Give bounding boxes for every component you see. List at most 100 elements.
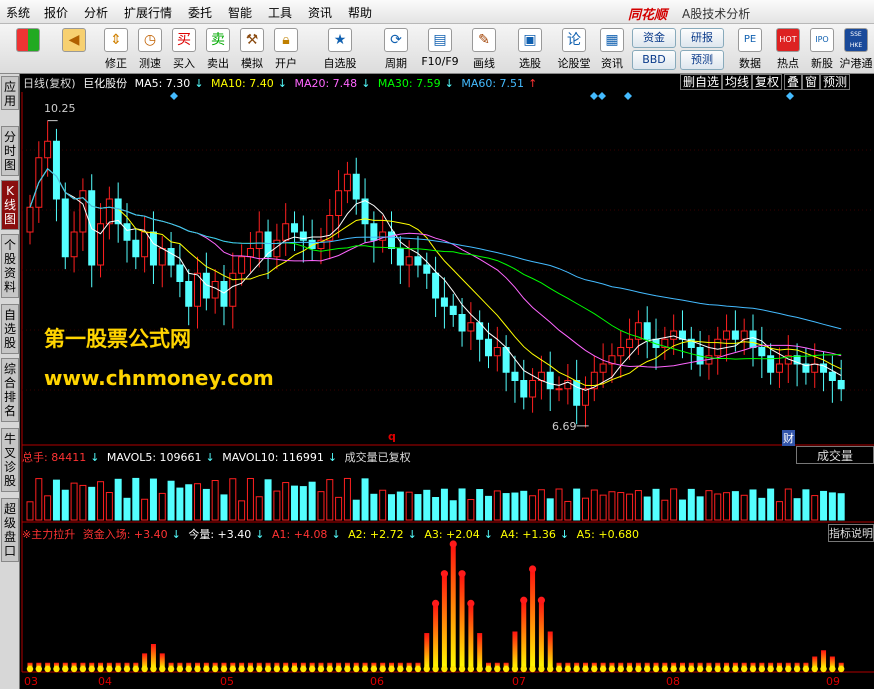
menu-trade[interactable]: 委托: [188, 4, 212, 21]
indicator-dot: [353, 665, 360, 673]
indicator-dot: [591, 665, 598, 673]
fund-button[interactable]: 资金: [632, 28, 676, 48]
sell-button[interactable]: 卖 卖出: [200, 26, 236, 72]
tab-timeshare[interactable]: 分时图: [1, 126, 19, 176]
watchlist-button[interactable]: ★ 自选股: [316, 26, 364, 72]
volume-bar: [388, 494, 396, 521]
period-label[interactable]: 日线(复权): [23, 77, 76, 90]
pe-icon: PE: [738, 28, 762, 52]
tab-watchlist[interactable]: 自选股: [1, 304, 19, 354]
candle-body: [97, 223, 105, 266]
candle-body: [105, 198, 113, 225]
speed-test-button[interactable]: ◷ 测速: [132, 26, 168, 72]
speed-test-label: 测速: [139, 57, 161, 70]
discussion-icon: 论: [562, 28, 586, 52]
tab-diagnosis[interactable]: 牛叉诊股: [1, 428, 19, 492]
volume-bar: [370, 493, 378, 521]
windows-button[interactable]: [10, 26, 46, 72]
tab-ranking[interactable]: 综合排名: [1, 358, 19, 422]
tab-super-level2[interactable]: 超级盘口: [1, 498, 19, 562]
a1-value: A1: +4.08: [272, 528, 328, 541]
indicator-bar: [512, 631, 518, 669]
indicator-dot: [670, 665, 677, 673]
indicator-help-button[interactable]: 指标说明: [828, 524, 874, 542]
indicator-peak-dot: [440, 570, 449, 578]
volume-bar: [784, 488, 792, 521]
candle-body: [758, 347, 766, 357]
tab-apps[interactable]: 应用: [1, 76, 19, 110]
news-icon: ▦: [600, 28, 624, 52]
financial-marker[interactable]: 财: [782, 430, 795, 446]
volume-bar: [97, 481, 105, 521]
stock-select-button[interactable]: ▣ 选股: [512, 26, 548, 72]
volume-bar: [291, 485, 299, 521]
news-button[interactable]: ▦ 资讯: [594, 26, 630, 72]
fix-button[interactable]: ⇕ 修正: [98, 26, 134, 72]
window-button[interactable]: 窗: [802, 74, 821, 90]
volume-adjusted-note: 成交量已复权: [344, 451, 411, 464]
simulate-button[interactable]: ⚒ 模拟: [234, 26, 270, 72]
data-button[interactable]: PE 数据: [732, 26, 768, 72]
indicator-dot: [696, 665, 704, 673]
volume-bar: [811, 495, 819, 521]
indicator-name[interactable]: ※主力拉升: [22, 528, 75, 541]
volume-bar: [70, 482, 78, 521]
hot-button[interactable]: HOT 热点: [770, 26, 806, 72]
ma-button[interactable]: 均线: [722, 74, 753, 90]
research-report-button[interactable]: 研报: [680, 28, 724, 48]
overlay-button[interactable]: 叠: [784, 74, 803, 90]
low-price-label: 6.69: [552, 420, 577, 433]
volume-bar: [185, 484, 193, 521]
period-button[interactable]: ⟳ 周期: [376, 26, 416, 72]
candle-body: [423, 264, 431, 274]
menu-analysis[interactable]: 分析: [84, 4, 108, 21]
adjust-button[interactable]: 复权: [752, 74, 783, 90]
remove-watchlist-button[interactable]: 删自选: [680, 74, 723, 90]
menu-extended-quote[interactable]: 扩展行情: [124, 4, 172, 21]
indicator-dot: [776, 665, 783, 673]
menu-smart[interactable]: 智能: [228, 4, 252, 21]
volume-bar: [379, 489, 387, 521]
menu-news[interactable]: 资讯: [308, 4, 332, 21]
menu-help[interactable]: 帮助: [348, 4, 372, 21]
volume-bar: [255, 496, 263, 521]
indicator-dot: [679, 665, 686, 673]
f10-button[interactable]: ▤ F10/F9: [418, 26, 462, 72]
menu-quote[interactable]: 报价: [44, 4, 68, 21]
info-diamond-icon: [786, 92, 794, 100]
event-marker-q[interactable]: q: [388, 430, 396, 443]
volume-bar: [352, 499, 360, 521]
candle-body: [405, 256, 413, 266]
volume-bar: [687, 488, 695, 521]
open-account-button[interactable]: 🔒︎ 开户: [268, 26, 304, 72]
indicator-bar: [459, 573, 465, 669]
candle-body: [837, 380, 845, 390]
stock-connect-label: 沪港通: [839, 57, 873, 70]
draw-line-button[interactable]: ✎ 画线: [466, 26, 502, 72]
menu-system[interactable]: 系统: [6, 4, 30, 21]
menu-tools[interactable]: 工具: [268, 4, 292, 21]
candle-body: [61, 198, 69, 258]
info-diamond-icon: [624, 92, 632, 100]
indicator-dot: [220, 665, 228, 673]
candle-body: [740, 330, 748, 340]
volume-bar: [194, 483, 202, 521]
forecast-button[interactable]: 预测: [680, 50, 724, 70]
predict-button[interactable]: 预测: [820, 74, 851, 90]
ipo-button[interactable]: IPO 新股: [804, 26, 840, 72]
tab-stock-profile[interactable]: 个股资料: [1, 234, 19, 298]
back-button[interactable]: ◀: [56, 26, 92, 72]
bbd-button[interactable]: BBD: [632, 50, 676, 70]
stock-connect-button[interactable]: SSE HKE 沪港通: [838, 26, 874, 72]
info-diamond-icon: [590, 92, 598, 100]
buy-button[interactable]: 买 买入: [166, 26, 202, 72]
indicator-dot: [793, 665, 801, 673]
volume-indicator-button[interactable]: 成交量: [796, 446, 874, 464]
tab-kline[interactable]: K线图: [1, 180, 19, 230]
menu-bar: 系统 报价 分析 扩展行情 委托 智能 工具 资讯 帮助 同花顺 A股技术分析: [0, 0, 874, 24]
discussion-button[interactable]: 论 论股堂: [554, 26, 594, 72]
volume-bar: [123, 497, 131, 521]
indicator-dot: [458, 665, 466, 673]
volume-bar: [678, 499, 686, 521]
candle-body: [149, 231, 157, 266]
